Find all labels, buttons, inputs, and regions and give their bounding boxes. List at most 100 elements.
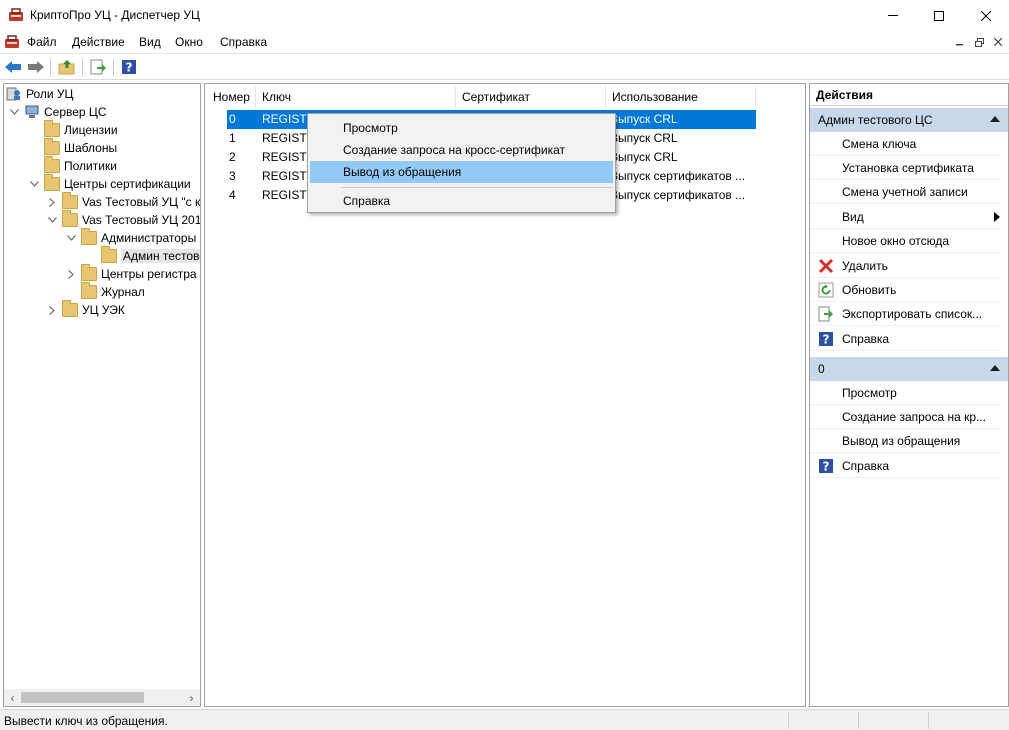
status-cell [858,712,928,729]
expand-chevron-icon[interactable] [46,193,58,211]
up-folder-icon[interactable] [57,58,77,76]
tree-item-label: Лицензии [64,123,118,137]
column-header-key[interactable]: Ключ [256,86,456,108]
tree-item-vas-ca-2012[interactable]: Vas Тестовый УЦ 2012 [46,210,201,229]
cell-usage: Выпуск сертификатов ... [610,169,746,183]
actions-title: Действия [810,84,1008,106]
console-icon[interactable] [4,34,20,49]
expand-chevron-icon[interactable] [65,265,77,283]
tree-item-policies[interactable]: Политики [44,156,117,175]
action-refresh[interactable]: Обновить [810,278,1002,302]
scrollbar-thumb[interactable] [21,692,144,703]
tree-item-ca-server[interactable]: Сервер ЦС [8,103,106,121]
tree-item-label: Vas Тестовый УЦ 2012 [82,213,201,227]
tree-item-label: Шаблоны [64,141,118,155]
context-menu-separator [341,187,613,188]
action-label: Вид [842,209,864,224]
action-change-account[interactable]: Смена учетной записи [810,180,1002,204]
collapse-chevron-icon[interactable] [65,229,77,247]
forward-icon[interactable] [26,58,46,76]
tree-item-vas-ca-1[interactable]: Vas Тестовый УЦ "с к [46,192,200,211]
action-item-help[interactable]: ? Справка [810,454,1002,478]
tree-item-label: Администраторы [101,231,197,245]
action-label: Справка [842,331,890,346]
action-delete[interactable]: Удалить [810,254,1002,278]
tree-item-templates[interactable]: Шаблоны [44,138,118,157]
cell-number: 0 [229,112,236,126]
column-header-certificate[interactable]: Сертификат [456,86,606,108]
close-button[interactable] [963,0,1009,31]
help-icon: ? [818,331,834,347]
action-label: Обновить [842,282,897,297]
action-view[interactable]: Вид [810,205,1002,229]
context-menu-revoke[interactable]: Вывод из обращения [310,161,613,183]
tree-item-administrators[interactable]: Администраторы [65,228,197,247]
collapse-chevron-icon[interactable] [46,211,58,229]
tree-item-label: Роли УЦ [26,87,74,101]
menu-file[interactable]: Файл [27,35,57,49]
menu-action[interactable]: Действие [72,35,125,49]
help-icon[interactable]: ? [119,58,139,76]
scroll-left-arrow-icon[interactable]: ‹ [4,689,21,706]
tree-item-registration-centers[interactable]: Центры регистра [65,264,197,283]
child-close-button[interactable] [990,35,1006,49]
action-export-list[interactable]: Экспортировать список... [810,302,1002,326]
expand-chevron-icon[interactable] [46,301,58,319]
actions-group-selected-item[interactable]: 0 [810,357,1008,381]
folder-icon [44,120,60,137]
window-title: КриптоПро УЦ - Диспетчер УЦ [30,8,200,22]
action-label: Справка [842,458,890,473]
action-label: Экспортировать список... [842,306,983,321]
action-item-view[interactable]: Просмотр [810,381,1002,405]
toolbar-separator [82,59,83,76]
maximize-button[interactable] [916,0,962,31]
action-change-key[interactable]: Смена ключа [810,132,1002,156]
export-list-icon[interactable] [88,58,108,76]
tree-item-licenses[interactable]: Лицензии [44,120,118,139]
child-minimize-button[interactable] [952,35,968,49]
child-restore-button[interactable] [971,35,987,49]
tree-item-journal[interactable]: Журнал [81,282,145,301]
action-new-window[interactable]: Новое окно отсюда [810,229,1002,253]
menu-view[interactable]: Вид [139,35,161,49]
tree-item-uc-uek[interactable]: УЦ УЭК [46,300,125,319]
collapse-chevron-icon[interactable] [28,175,40,193]
tree-item-roles[interactable]: Роли УЦ [6,85,73,103]
tree-item-label: Журнал [101,285,145,299]
delete-x-icon [818,258,834,274]
context-menu-cross-cert-request[interactable]: Создание запроса на кросс-сертификат [310,139,613,161]
help-icon: ? [818,458,834,474]
action-item-cross-cert-request[interactable]: Создание запроса на кр... [810,405,1002,429]
tree-horizontal-scrollbar[interactable]: ‹ › [4,689,200,706]
column-header-number[interactable]: Номер [207,86,256,108]
column-header-usage[interactable]: Использование [606,86,756,108]
actions-group-label: Админ тестового ЦС [818,113,933,127]
status-cell [788,712,858,729]
console-tree: Роли УЦ Сервер ЦС Лицензии Шаблоны Полит… [3,83,201,707]
tree-item-admin-test-ca[interactable]: Админ тестово [101,246,200,265]
export-list-icon [818,306,834,322]
tree-item-cert-centers[interactable]: Центры сертификации [28,174,191,193]
tree-item-label: Центры сертификации [64,177,191,191]
toolbar-separator [50,59,51,76]
tree-item-label: Политики [64,159,117,173]
collapse-chevron-icon[interactable] [8,103,20,121]
cell-number: 2 [229,150,236,164]
context-menu-view[interactable]: Просмотр [310,117,613,139]
menu-help[interactable]: Справка [220,35,267,49]
back-icon[interactable] [3,58,23,76]
cell-usage: Выпуск сертификатов ... [610,188,746,202]
server-icon [24,105,40,119]
scroll-right-arrow-icon[interactable]: › [183,689,200,706]
actions-group-admin[interactable]: Админ тестового ЦС [810,108,1008,132]
minimize-button[interactable] [870,0,916,31]
collapse-triangle-icon[interactable] [990,116,1000,122]
menu-window[interactable]: Окно [175,35,203,49]
cell-usage: Выпуск CRL [610,131,678,145]
tree-item-label: УЦ УЭК [82,303,125,317]
context-menu-help[interactable]: Справка [310,190,613,212]
action-install-certificate[interactable]: Установка сертификата [810,156,1002,180]
action-help[interactable]: ? Справка [810,327,1002,351]
action-item-revoke[interactable]: Вывод из обращения [810,429,1002,453]
collapse-triangle-icon[interactable] [990,365,1000,371]
